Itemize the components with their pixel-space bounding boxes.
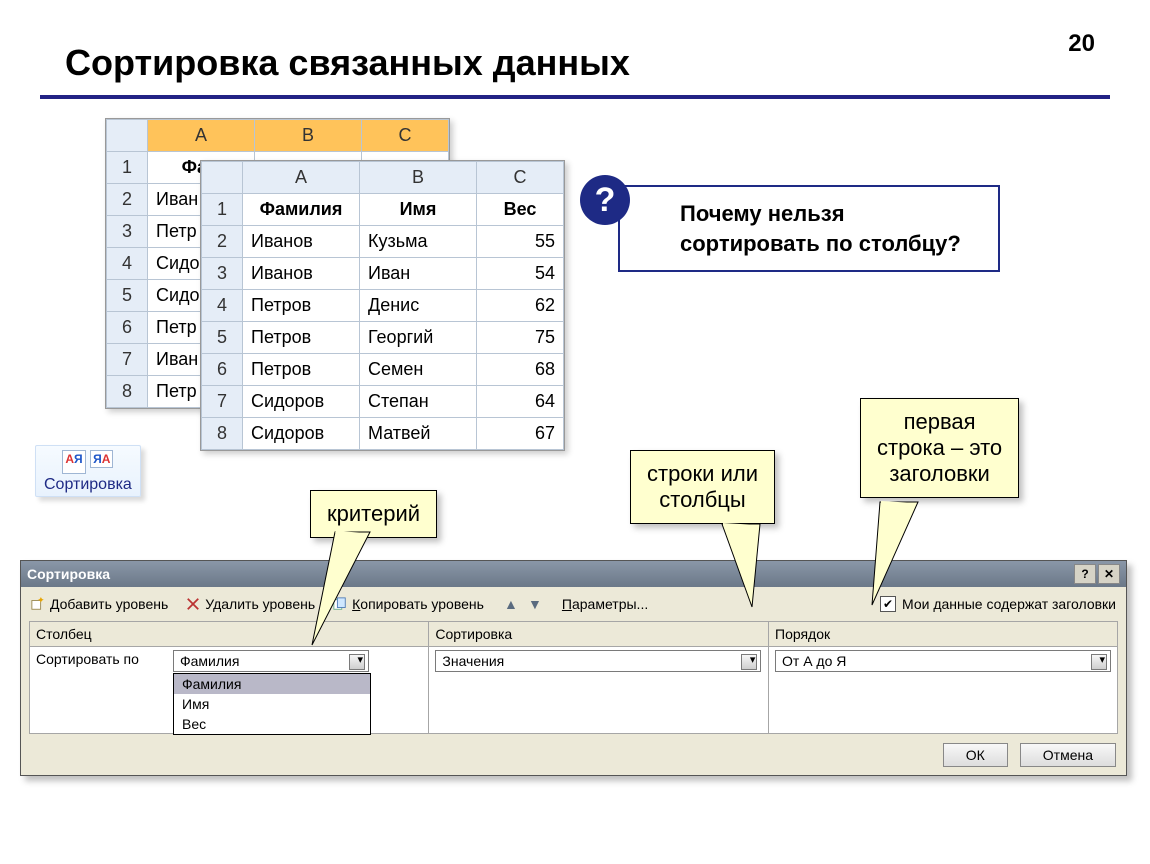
column-dropdown[interactable]: Фамилия: [173, 650, 369, 672]
add-level-button[interactable]: ✦ Добавить уровень: [31, 596, 168, 612]
dd-option[interactable]: Вес: [174, 714, 370, 734]
dd-option[interactable]: Фамилия: [174, 674, 370, 694]
order-dropdown[interactable]: От А до Я: [775, 650, 1111, 672]
sort-dialog: Сортировка ? ✕ ✦ Добавить уровень Удалит…: [20, 560, 1127, 776]
delete-icon: [186, 597, 200, 611]
title-divider: [40, 95, 1110, 99]
add-icon: ✦: [31, 597, 45, 611]
callout-tail: [310, 530, 390, 650]
callout-first-row: перваястрока – этозаголовки: [860, 398, 1019, 498]
sortby-label: Сортировать по: [30, 647, 167, 733]
page-number: 20: [1068, 30, 1095, 58]
question-icon: ?: [580, 175, 630, 225]
sort-icon: АЯ: [62, 450, 85, 474]
sort-icon: ЯА: [90, 450, 113, 468]
ribbon-sort-button[interactable]: АЯ ЯА Сортировка: [35, 445, 141, 497]
spreadsheet-front: ABC 1ФамилияИмяВес 2ИвановКузьма55 3Иван…: [200, 160, 565, 451]
dd-option[interactable]: Имя: [174, 694, 370, 714]
dialog-title: Сортировка: [27, 566, 110, 582]
dialog-titlebar: Сортировка ? ✕: [21, 561, 1126, 587]
callout-tail: [870, 500, 930, 610]
options-button[interactable]: Параметры...: [562, 596, 648, 612]
question-box: Почему нельзя сортировать по столбцу?: [618, 185, 1000, 272]
svg-text:✦: ✦: [37, 597, 45, 605]
delete-level-button[interactable]: Удалить уровень: [186, 596, 315, 612]
sort-grid: Столбец Сортировать по Фамилия Фамилия И…: [29, 621, 1118, 734]
cancel-button[interactable]: Отмена: [1020, 743, 1116, 767]
callout-tail: [720, 522, 790, 612]
dialog-toolbar: ✦ Добавить уровень Удалить уровень Копир…: [21, 587, 1126, 621]
close-button[interactable]: ✕: [1098, 564, 1120, 584]
help-button[interactable]: ?: [1074, 564, 1096, 584]
col-header-sorton: Сортировка: [429, 622, 768, 647]
sorton-dropdown[interactable]: Значения: [435, 650, 761, 672]
move-down-button[interactable]: ▼: [526, 595, 544, 613]
callout-rows-cols: строки илистолбцы: [630, 450, 775, 524]
column-dropdown-list[interactable]: Фамилия Имя Вес: [173, 673, 371, 735]
move-up-button[interactable]: ▲: [502, 595, 520, 613]
page-title: Сортировка связанных данных: [65, 42, 630, 84]
ok-button[interactable]: ОК: [943, 743, 1008, 767]
col-header-order: Порядок: [769, 622, 1117, 647]
